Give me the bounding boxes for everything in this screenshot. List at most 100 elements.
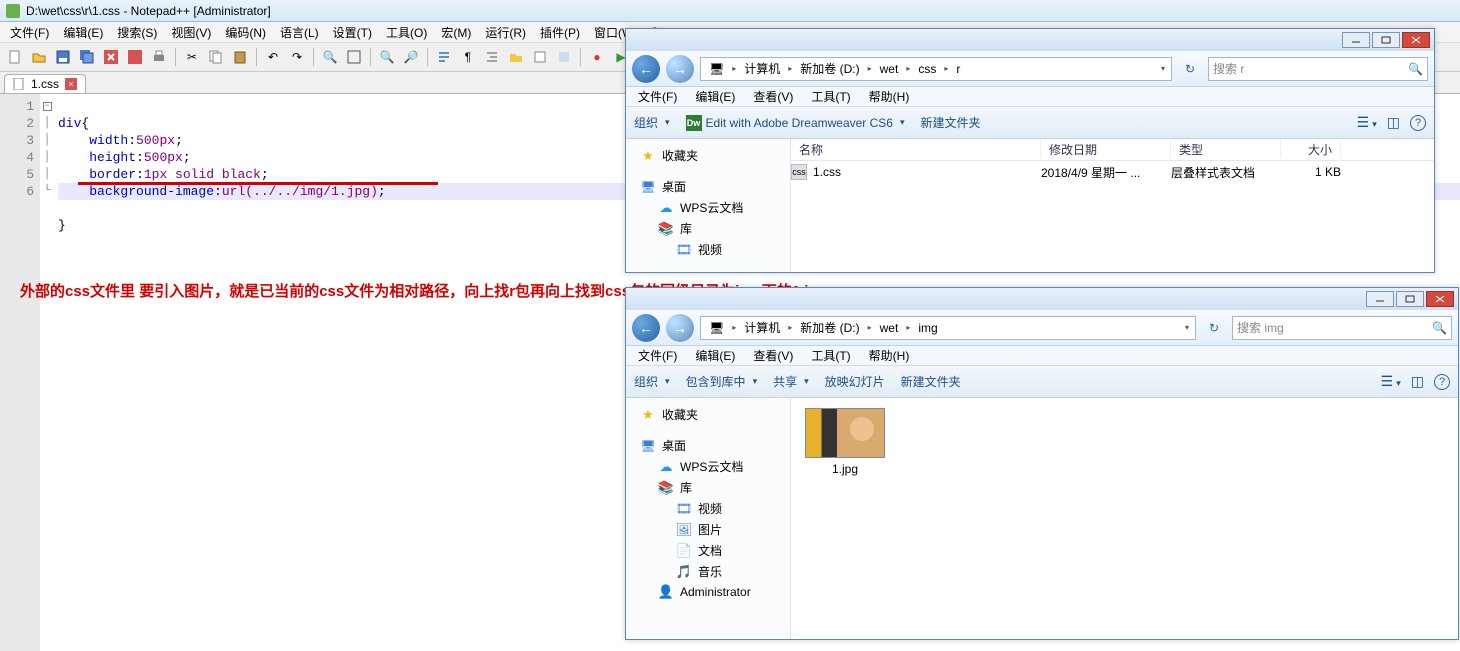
- tree-favorites[interactable]: ★收藏夹: [630, 145, 786, 166]
- minimize-button[interactable]: [1366, 291, 1394, 307]
- menu-help[interactable]: 帮助(H): [865, 87, 914, 106]
- col-size[interactable]: 大小: [1281, 141, 1341, 158]
- crumb-computer-icon[interactable]: 🖥: [705, 321, 728, 335]
- menu-view[interactable]: 视图(V): [165, 22, 217, 43]
- crumb-seg[interactable]: img: [914, 321, 941, 335]
- tb-close-icon[interactable]: [100, 46, 122, 68]
- menu-macro[interactable]: 宏(M): [435, 22, 477, 43]
- include-lib-button[interactable]: 包含到库中: [686, 373, 758, 390]
- menu-file[interactable]: 文件(F): [634, 346, 681, 365]
- back-button[interactable]: ←: [632, 55, 660, 83]
- tb-closeall-icon[interactable]: [124, 46, 146, 68]
- tb-find-icon[interactable]: 🔍: [319, 46, 341, 68]
- dreamweaver-button[interactable]: DwEdit with Adobe Dreamweaver CS6: [686, 115, 905, 131]
- tb-print-icon[interactable]: [148, 46, 170, 68]
- tb-undo-icon[interactable]: ↶: [262, 46, 284, 68]
- tb-open-icon[interactable]: [28, 46, 50, 68]
- crumb-seg[interactable]: 新加卷 (D:): [796, 319, 863, 336]
- back-button[interactable]: ←: [632, 314, 660, 342]
- tree-admin[interactable]: 👤Administrator: [630, 582, 786, 602]
- tb-zoomout-icon[interactable]: 🔎: [400, 46, 422, 68]
- organize-button[interactable]: 组织: [634, 114, 670, 131]
- menu-plugins[interactable]: 插件(P): [534, 22, 586, 43]
- tree-video[interactable]: 🎞视频: [630, 239, 786, 260]
- tb-saveall-icon[interactable]: [76, 46, 98, 68]
- close-button[interactable]: [1402, 32, 1430, 48]
- menu-tools[interactable]: 工具(O): [380, 22, 433, 43]
- slideshow-button[interactable]: 放映幻灯片: [825, 373, 885, 390]
- menu-edit[interactable]: 编辑(E): [57, 22, 109, 43]
- tb-replace-icon[interactable]: [343, 46, 365, 68]
- menu-tools[interactable]: 工具(T): [807, 346, 854, 365]
- tb-invisible-icon[interactable]: ¶: [457, 46, 479, 68]
- tb-save-icon[interactable]: [52, 46, 74, 68]
- tb-zoomin-icon[interactable]: 🔍: [376, 46, 398, 68]
- tree-pictures[interactable]: 🖼图片: [630, 519, 786, 540]
- tab-close-icon[interactable]: ×: [65, 78, 77, 90]
- fold-toggle-icon[interactable]: −: [43, 102, 52, 111]
- crumb-seg[interactable]: 新加卷 (D:): [796, 60, 863, 77]
- breadcrumb[interactable]: 🖥▸ 计算机▸ 新加卷 (D:)▸ wet▸ img ▾: [700, 316, 1196, 340]
- menu-view[interactable]: 查看(V): [749, 87, 797, 106]
- crumb-seg[interactable]: r: [952, 62, 964, 76]
- tb-indent-icon[interactable]: [481, 46, 503, 68]
- new-folder-button[interactable]: 新建文件夹: [901, 373, 961, 390]
- menu-view[interactable]: 查看(V): [749, 346, 797, 365]
- menu-file[interactable]: 文件(F): [4, 22, 55, 43]
- refresh-button[interactable]: ↻: [1178, 57, 1202, 81]
- menu-file[interactable]: 文件(F): [634, 87, 681, 106]
- tree-desktop[interactable]: 🖥桌面: [630, 176, 786, 197]
- tree-video[interactable]: 🎞视频: [630, 498, 786, 519]
- column-headers[interactable]: 名称 修改日期 类型 大小: [791, 139, 1434, 161]
- forward-button[interactable]: →: [666, 55, 694, 83]
- exp1-list[interactable]: 名称 修改日期 类型 大小 css1.css 2018/4/9 星期一 ... …: [791, 139, 1434, 272]
- menu-tools[interactable]: 工具(T): [807, 87, 854, 106]
- tb-map-icon[interactable]: [553, 46, 575, 68]
- menu-run[interactable]: 运行(R): [479, 22, 532, 43]
- search-input[interactable]: 搜索 r 🔍: [1208, 57, 1428, 81]
- menu-language[interactable]: 语言(L): [274, 22, 325, 43]
- minimize-button[interactable]: [1342, 32, 1370, 48]
- new-folder-button[interactable]: 新建文件夹: [921, 114, 981, 131]
- exp2-list[interactable]: 1.jpg: [791, 398, 1458, 639]
- view-mode-button[interactable]: ☰: [1381, 373, 1401, 390]
- col-date[interactable]: 修改日期: [1041, 141, 1171, 158]
- tb-new-icon[interactable]: [4, 46, 26, 68]
- tree-music[interactable]: 🎵音乐: [630, 561, 786, 582]
- crumb-seg[interactable]: wet: [876, 321, 903, 335]
- col-type[interactable]: 类型: [1171, 141, 1281, 158]
- exp1-tree[interactable]: ★收藏夹 🖥桌面 ☁WPS云文档 📚库 🎞视频: [626, 139, 791, 272]
- preview-pane-button[interactable]: ◫: [1387, 114, 1400, 131]
- tb-folder-icon[interactable]: [505, 46, 527, 68]
- tree-documents[interactable]: 📄文档: [630, 540, 786, 561]
- col-name[interactable]: 名称: [791, 141, 1041, 158]
- menu-search[interactable]: 搜索(S): [111, 22, 163, 43]
- tree-lib[interactable]: 📚库: [630, 477, 786, 498]
- maximize-button[interactable]: [1372, 32, 1400, 48]
- tb-cut-icon[interactable]: ✂: [181, 46, 203, 68]
- tb-paste-icon[interactable]: [229, 46, 251, 68]
- share-button[interactable]: 共享: [773, 373, 809, 390]
- menu-encoding[interactable]: 编码(N): [219, 22, 272, 43]
- crumb-computer-icon[interactable]: 🖥: [705, 62, 728, 76]
- breadcrumb[interactable]: 🖥▸ 计算机▸ 新加卷 (D:)▸ wet▸ css▸ r ▾: [700, 57, 1172, 81]
- crumb-seg[interactable]: 计算机: [740, 319, 784, 336]
- preview-pane-button[interactable]: ◫: [1411, 373, 1424, 390]
- crumb-seg[interactable]: wet: [876, 62, 903, 76]
- tree-favorites[interactable]: ★收藏夹: [630, 404, 786, 425]
- crumb-seg[interactable]: 计算机: [740, 60, 784, 77]
- tree-wps[interactable]: ☁WPS云文档: [630, 456, 786, 477]
- tb-redo-icon[interactable]: ↷: [286, 46, 308, 68]
- crumb-history-icon[interactable]: ▾: [1183, 323, 1191, 332]
- tree-lib[interactable]: 📚库: [630, 218, 786, 239]
- editor-tab[interactable]: 1.css ×: [4, 74, 86, 93]
- file-item[interactable]: 1.jpg: [801, 408, 889, 476]
- tree-desktop[interactable]: 🖥桌面: [630, 435, 786, 456]
- tb-wrap-icon[interactable]: [433, 46, 455, 68]
- menu-settings[interactable]: 设置(T): [327, 22, 378, 43]
- tb-copy-icon[interactable]: [205, 46, 227, 68]
- crumb-seg[interactable]: css: [914, 62, 940, 76]
- menu-edit[interactable]: 编辑(E): [691, 346, 739, 365]
- exp2-tree[interactable]: ★收藏夹 🖥桌面 ☁WPS云文档 📚库 🎞视频 🖼图片 📄文档 🎵音乐 👤Adm…: [626, 398, 791, 639]
- maximize-button[interactable]: [1396, 291, 1424, 307]
